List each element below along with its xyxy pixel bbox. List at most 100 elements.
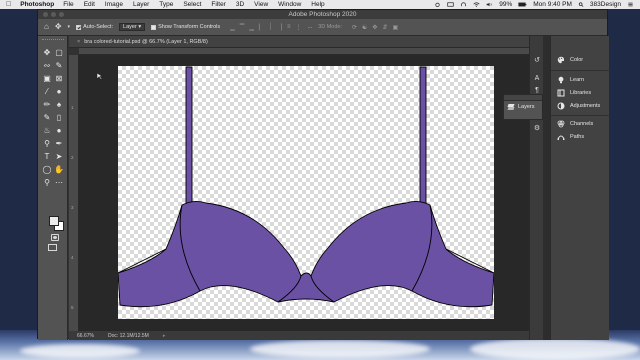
document-canvas[interactable] — [118, 66, 494, 319]
menu-image[interactable]: Image — [105, 1, 123, 8]
status-menu-chevron-icon[interactable]: ▸ — [163, 333, 166, 339]
3d-scale-icon[interactable]: ▣ — [392, 24, 398, 31]
path-selection-tool-icon[interactable]: ➤ — [54, 152, 64, 162]
auto-select-target-dropdown[interactable]: Layer ▾ — [119, 23, 146, 31]
close-tab-icon[interactable]: × — [77, 39, 80, 45]
properties-icon[interactable]: ⚙ — [532, 124, 542, 134]
layers-flyout-row[interactable]: Layers — [504, 101, 542, 113]
zoom-window-button[interactable] — [59, 12, 64, 17]
type-tool-icon[interactable]: T — [42, 152, 52, 162]
artboard-tool-icon[interactable]: ▢ — [54, 48, 64, 58]
align-vertical-center-icon[interactable]: ▔ — [240, 24, 245, 31]
hand-tool-icon[interactable]: ✋ — [54, 165, 64, 175]
foreground-color-swatch[interactable] — [49, 216, 59, 226]
document-size[interactable]: Doc: 12.1M/12.5M — [108, 333, 149, 339]
3d-roll-icon[interactable]: ☯ — [362, 24, 367, 31]
align-left-icon[interactable]: ▏ — [259, 24, 264, 31]
spot-healing-tool-icon[interactable]: ● — [54, 87, 64, 97]
lasso-tool-icon[interactable]: ∾ — [42, 61, 52, 71]
headphones-icon[interactable] — [460, 2, 467, 7]
menu-help[interactable]: Help — [311, 1, 324, 8]
close-window-button[interactable] — [43, 12, 48, 17]
auto-select-target-value: Layer — [123, 24, 137, 30]
menu-type[interactable]: Type — [159, 1, 173, 8]
move-tool-icon[interactable]: ✥ — [42, 48, 52, 58]
menubar-user[interactable]: 383Design — [590, 1, 621, 8]
screen-mirroring-icon[interactable] — [447, 2, 454, 7]
menu-view[interactable]: View — [254, 1, 268, 8]
history-icon[interactable]: ↺ — [532, 56, 542, 66]
screen-mode-icon[interactable] — [48, 244, 57, 251]
quick-mask-icon[interactable] — [51, 234, 59, 241]
apple-menu-icon[interactable]:  — [6, 1, 11, 8]
menu-window[interactable]: Window — [278, 1, 301, 8]
tools-panel-grip[interactable] — [42, 39, 64, 42]
status-bar: 66.67% Doc: 12.1M/12.5M ▸ — [69, 331, 529, 340]
panel-learn[interactable]: Learn — [557, 76, 584, 84]
menu-edit[interactable]: Edit — [84, 1, 95, 8]
more-tools-icon[interactable]: ⋯ — [54, 178, 64, 188]
notification-center-icon[interactable] — [627, 2, 634, 7]
pen-tool-icon[interactable]: ✒ — [54, 139, 64, 149]
move-tool-preset-icon[interactable]: ✥ — [55, 23, 62, 31]
menu-app-name[interactable]: Photoshop — [20, 1, 54, 8]
menu-select[interactable]: Select — [183, 1, 201, 8]
dodge-tool-icon[interactable]: ⚲ — [42, 139, 52, 149]
menu-3d[interactable]: 3D — [236, 1, 244, 8]
volume-icon[interactable] — [486, 2, 493, 7]
show-transform-controls-checkbox[interactable]: Show Transform Controls — [151, 24, 220, 30]
spotlight-search-icon[interactable] — [578, 2, 584, 7]
align-right-icon[interactable]: ▕ — [277, 24, 282, 31]
clone-stamp-tool-icon[interactable]: ♠ — [54, 100, 64, 110]
auto-select-checkbox-box[interactable] — [76, 24, 82, 30]
minimize-window-button[interactable] — [51, 12, 56, 17]
creative-cloud-icon[interactable] — [434, 2, 441, 7]
document-tab[interactable]: × bra colored-tutorial.psd @ 66.7% (Laye… — [69, 36, 529, 48]
3d-pan-icon[interactable]: ✥ — [372, 24, 377, 31]
panel-paths[interactable]: Paths — [557, 133, 584, 141]
palette-icon — [557, 56, 565, 64]
align-bottom-icon[interactable]: ▁ — [249, 24, 254, 31]
frame-tool-icon[interactable]: ⊠ — [54, 74, 64, 84]
layers-flyout[interactable]: Layers — [503, 94, 543, 120]
battery-icon[interactable] — [518, 2, 527, 7]
3d-rotate-icon[interactable]: ⟳ — [352, 24, 357, 31]
panel-libraries[interactable]: Libraries — [557, 89, 591, 97]
zoom-tool-icon[interactable]: ⚲ — [42, 178, 52, 188]
more-options-button[interactable]: ... — [308, 24, 313, 30]
eraser-tool-icon[interactable]: ▯ — [54, 113, 64, 123]
3d-slide-icon[interactable]: ⇵ — [382, 24, 387, 31]
zoom-level[interactable]: 66.67% — [77, 333, 94, 339]
panel-divider-strip[interactable] — [543, 36, 550, 340]
distribute-icon[interactable]: ≡ — [287, 24, 291, 31]
brush-tool-icon[interactable]: ✏ — [42, 100, 52, 110]
menu-layer[interactable]: Layer — [133, 1, 149, 8]
chevron-down-icon[interactable]: ▾ — [68, 23, 71, 31]
panel-channels[interactable]: Channels — [557, 120, 593, 128]
window-title: Adobe Photoshop 2020 — [288, 11, 357, 18]
home-icon[interactable]: ⌂ — [44, 23, 49, 31]
show-transform-controls-box[interactable] — [151, 24, 157, 30]
blur-tool-icon[interactable]: ● — [54, 126, 64, 136]
menubar-clock[interactable]: Mon 9:40 PM — [533, 1, 572, 8]
rectangle-tool-icon[interactable]: ◯ — [42, 165, 52, 175]
horizontal-ruler[interactable] — [79, 48, 529, 55]
panel-color[interactable]: Color — [557, 56, 583, 64]
history-brush-tool-icon[interactable]: ✎ — [42, 113, 52, 123]
align-horizontal-center-icon[interactable]: │ — [269, 24, 273, 31]
vertical-ruler[interactable]: 1 2 3 4 5 — [69, 55, 79, 331]
quick-selection-tool-icon[interactable]: ✎ — [54, 61, 64, 71]
wifi-icon[interactable] — [473, 2, 480, 7]
collapsed-panel-dock: ↺ A ¶ ⚙ — [529, 36, 543, 340]
menu-filter[interactable]: Filter — [211, 1, 225, 8]
crop-tool-icon[interactable]: ▣ — [42, 74, 52, 84]
distribute-spacing-icon[interactable]: ⋮ — [296, 24, 302, 31]
eyedropper-tool-icon[interactable]: ⁄ — [42, 87, 52, 97]
menu-file[interactable]: File — [63, 1, 73, 8]
auto-select-checkbox[interactable]: Auto-Select: — [76, 24, 113, 30]
character-icon[interactable]: A — [532, 74, 542, 84]
paint-bucket-tool-icon[interactable]: ♨ — [42, 126, 52, 136]
align-top-icon[interactable]: ▁ — [230, 24, 235, 31]
battery-percent[interactable]: 99% — [499, 1, 512, 8]
panel-adjustments[interactable]: Adjustments — [557, 102, 600, 110]
